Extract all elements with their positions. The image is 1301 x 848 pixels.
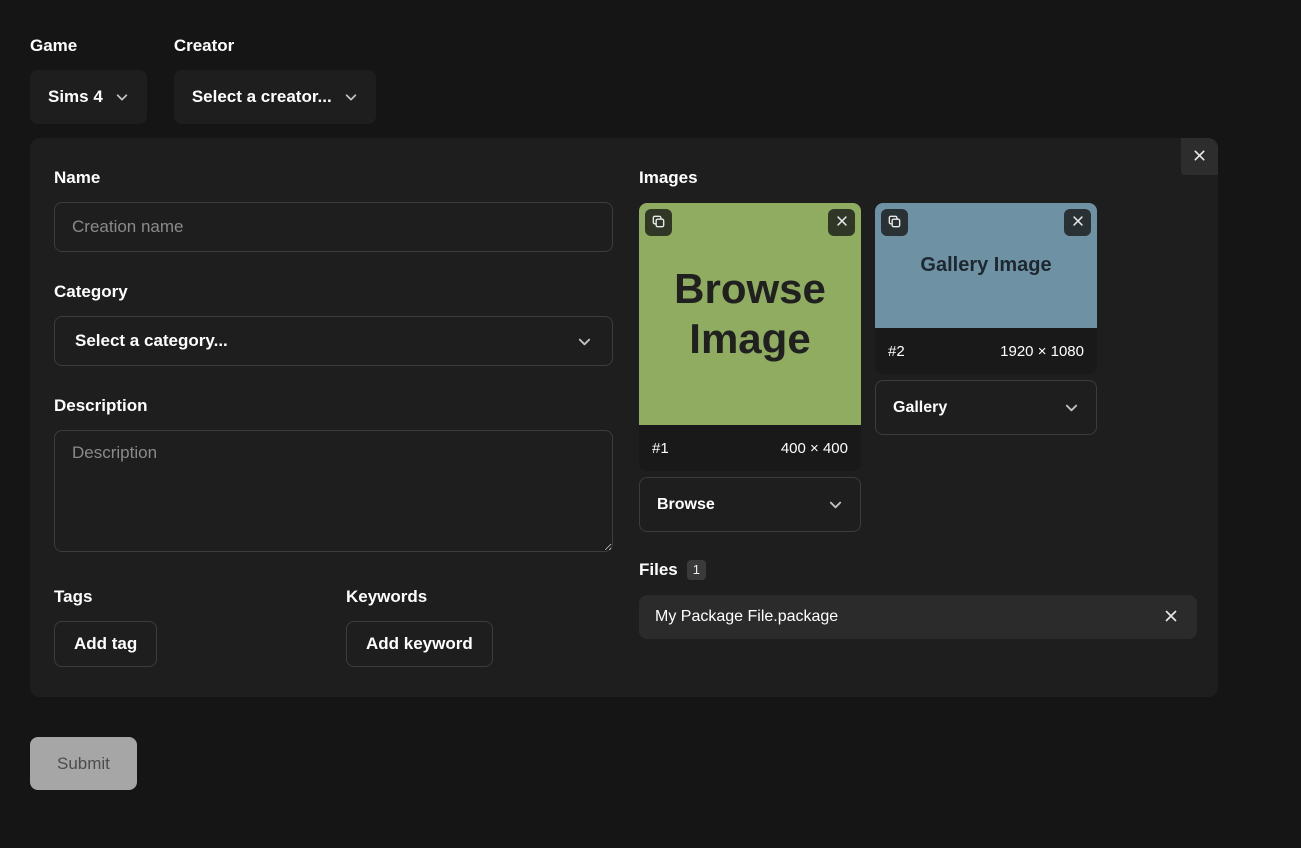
category-select-value: Select a category...	[75, 331, 228, 350]
creator-label: Creator	[173, 36, 235, 55]
chevron-down-icon	[1064, 400, 1079, 415]
files-label: Files	[639, 560, 678, 579]
remove-image-button[interactable]	[1064, 209, 1091, 236]
image-type-value: Gallery	[893, 398, 948, 416]
keywords-group: Keywords Add keyword	[346, 587, 493, 667]
description-textarea[interactable]	[54, 430, 613, 552]
creation-name-input[interactable]	[54, 202, 613, 252]
file-row: My Package File.package	[639, 595, 1197, 639]
image-meta-bar: #1 400 × 400	[639, 425, 861, 471]
image-card-top: Gallery Image #2 1920 × 1080	[875, 203, 1097, 374]
creation-panel: Name Category Select a category... Descr…	[30, 138, 1218, 697]
category-label: Category	[54, 282, 128, 301]
close-panel-button[interactable]	[1181, 138, 1218, 175]
creator-field-group: Creator Select a creator...	[173, 36, 376, 124]
image-dimensions: 400 × 400	[780, 439, 848, 457]
creator-select[interactable]: Select a creator...	[173, 70, 376, 124]
image-type-select[interactable]: Browse	[639, 477, 861, 532]
close-icon	[835, 214, 849, 231]
image-dimensions: 1920 × 1080	[1000, 342, 1084, 360]
close-icon	[1192, 148, 1207, 166]
close-icon	[1071, 214, 1085, 231]
image-type-value: Browse	[657, 495, 715, 513]
tags-label: Tags	[54, 587, 93, 606]
close-icon	[1163, 608, 1179, 627]
copy-icon	[651, 214, 666, 232]
panel-left-column: Name Category Select a category... Descr…	[54, 168, 613, 667]
image-preview: Browse Image	[639, 203, 861, 425]
panel-right-column: Images Browse Image #1 400 × 400 Browse …	[639, 168, 1197, 667]
chevron-down-icon	[577, 334, 592, 349]
game-select-value: Sims 4	[48, 87, 103, 106]
upload-page: Game Sims 4 Creator Select a creator...	[0, 0, 1301, 790]
game-field-group: Game Sims 4	[30, 36, 147, 124]
name-field-group: Name	[54, 168, 613, 252]
remove-image-button[interactable]	[828, 209, 855, 236]
files-count-badge: 1	[686, 560, 706, 580]
top-selectors-row: Game Sims 4 Creator Select a creator...	[30, 36, 1271, 124]
tags-group: Tags Add tag	[54, 587, 346, 667]
image-meta-bar: #2 1920 × 1080	[875, 328, 1097, 374]
category-field-group: Category Select a category...	[54, 282, 613, 366]
copy-image-button[interactable]	[645, 209, 672, 236]
image-card: Gallery Image #2 1920 × 1080 Gallery	[875, 203, 1097, 435]
chevron-down-icon	[828, 497, 843, 512]
images-label: Images	[639, 168, 698, 187]
category-select[interactable]: Select a category...	[54, 316, 613, 366]
image-preview: Gallery Image	[875, 203, 1097, 328]
remove-file-button[interactable]	[1161, 606, 1181, 629]
image-card: Browse Image #1 400 × 400 Browse	[639, 203, 861, 532]
description-field-group: Description	[54, 396, 613, 557]
chevron-down-icon	[115, 90, 129, 104]
copy-image-button[interactable]	[881, 209, 908, 236]
creator-select-value: Select a creator...	[191, 87, 332, 106]
image-type-select[interactable]: Gallery	[875, 380, 1097, 435]
add-keyword-button[interactable]: Add keyword	[346, 621, 493, 667]
chevron-down-icon	[344, 90, 358, 104]
copy-icon	[887, 214, 902, 232]
image-preview-text: Gallery Image	[920, 254, 1052, 276]
image-index: #2	[888, 342, 905, 360]
image-preview-text: Browse Image	[674, 265, 826, 362]
images-row: Browse Image #1 400 × 400 Browse Gallery…	[639, 203, 1194, 532]
submit-button[interactable]: Submit	[30, 737, 137, 790]
image-card-top: Browse Image #1 400 × 400	[639, 203, 861, 471]
image-index: #1	[652, 439, 669, 457]
files-header: Files 1	[639, 560, 1194, 580]
add-tag-button[interactable]: Add tag	[54, 621, 158, 667]
file-name: My Package File.package	[655, 608, 839, 625]
game-label: Game	[30, 36, 78, 55]
keywords-label: Keywords	[346, 587, 428, 606]
game-select[interactable]: Sims 4	[30, 70, 147, 124]
description-label: Description	[54, 396, 148, 415]
name-label: Name	[54, 168, 101, 187]
tags-keywords-row: Tags Add tag Keywords Add keyword	[54, 587, 613, 667]
